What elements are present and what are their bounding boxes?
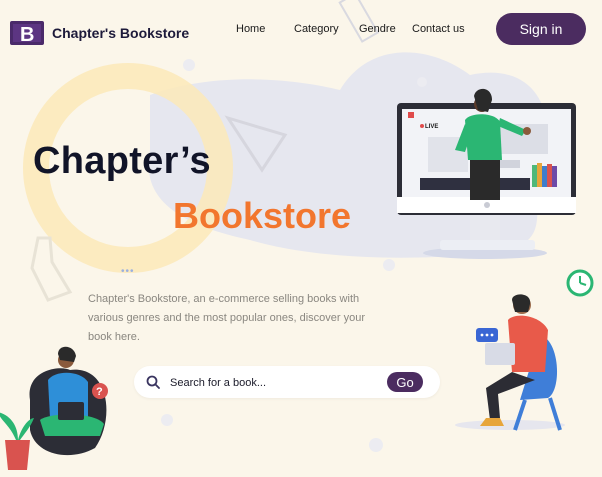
woman-beanbag-illustration: ? — [0, 346, 108, 470]
svg-text:?: ? — [96, 386, 103, 398]
